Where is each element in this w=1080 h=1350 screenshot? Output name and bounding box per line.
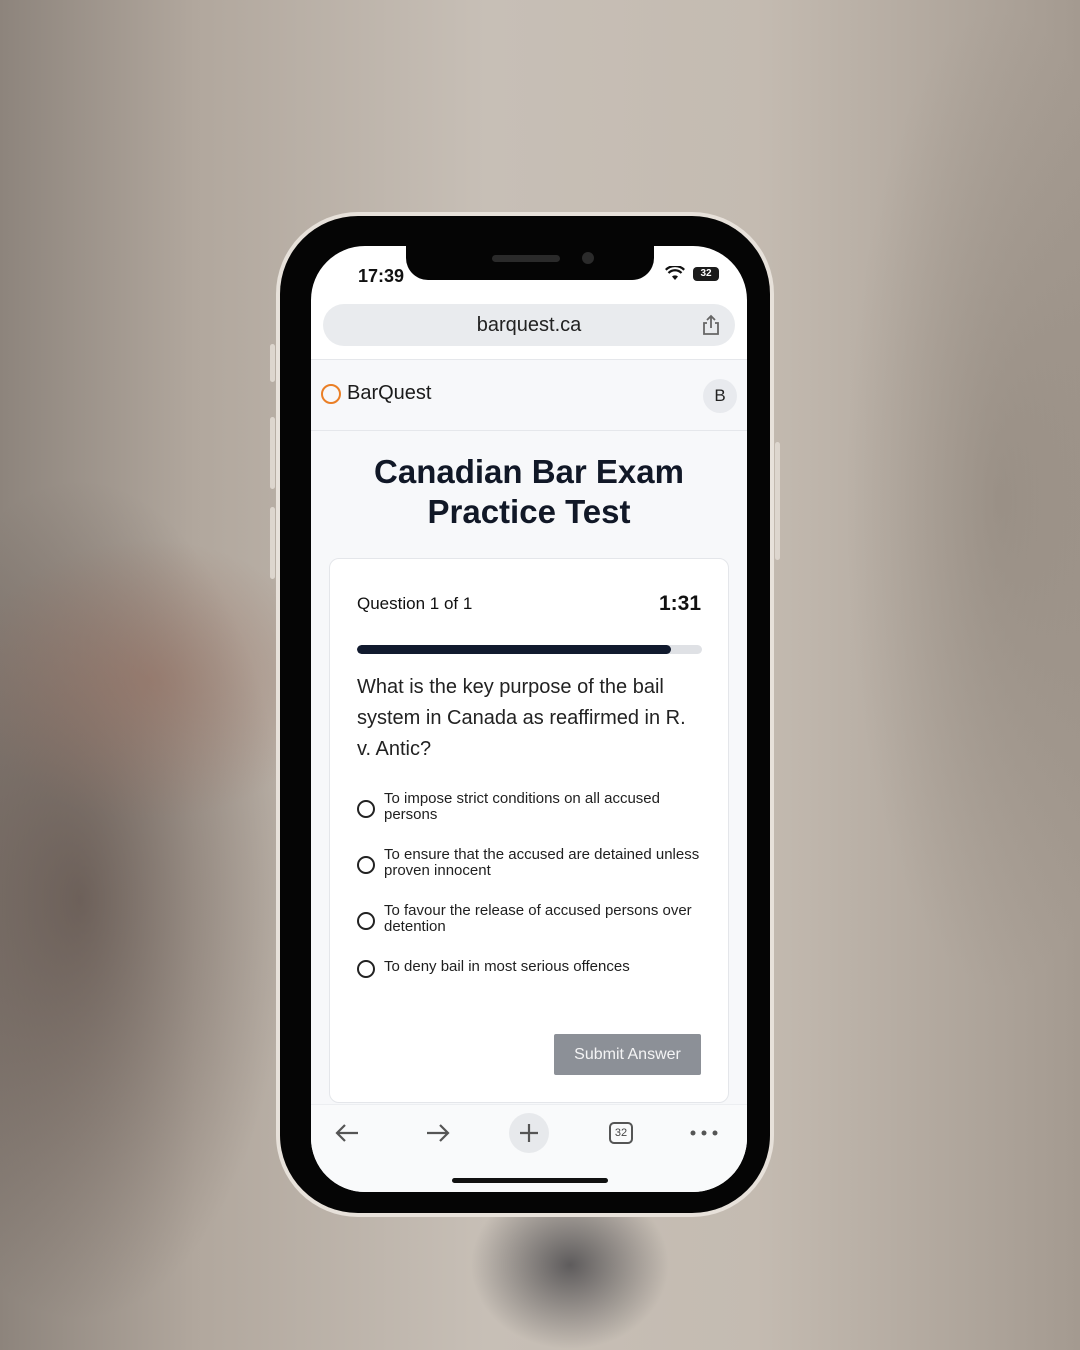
radio-button[interactable] bbox=[357, 960, 375, 978]
back-arrow-icon[interactable] bbox=[327, 1113, 367, 1153]
progress-fill bbox=[357, 645, 671, 654]
tab-count: 32 bbox=[609, 1122, 633, 1144]
answer-option[interactable]: To ensure that the accused are detained … bbox=[357, 847, 702, 880]
notch bbox=[406, 246, 654, 280]
power-button bbox=[775, 442, 780, 560]
forward-arrow-icon[interactable] bbox=[418, 1113, 458, 1153]
question-counter: Question 1 of 1 bbox=[357, 594, 473, 613]
volume-down-button bbox=[270, 507, 275, 579]
radio-button[interactable] bbox=[357, 856, 375, 874]
radio-button[interactable] bbox=[357, 912, 375, 930]
battery-icon: 32 bbox=[693, 266, 719, 281]
answer-option[interactable]: To favour the release of accused persons… bbox=[357, 903, 702, 936]
answer-label[interactable]: To favour the release of accused persons… bbox=[384, 903, 702, 935]
question-text: What is the key purpose of the bail syst… bbox=[357, 676, 686, 760]
answer-label[interactable]: To impose strict conditions on all accus… bbox=[384, 791, 702, 823]
status-icons: 32 bbox=[665, 266, 719, 281]
brand-name: BarQuest bbox=[347, 382, 432, 404]
share-icon[interactable] bbox=[701, 314, 721, 341]
plus-icon[interactable] bbox=[509, 1113, 549, 1153]
submit-answer-button[interactable]: Submit Answer bbox=[554, 1034, 701, 1075]
progress-bar bbox=[357, 645, 702, 654]
question-card: Question 1 of 1 1:31 What is the key pur… bbox=[329, 558, 729, 1103]
tabs-icon[interactable]: 32 bbox=[601, 1113, 641, 1153]
speaker bbox=[492, 255, 560, 262]
avatar[interactable]: B bbox=[703, 379, 737, 413]
answer-label[interactable]: To deny bail in most serious offences bbox=[384, 959, 630, 975]
countdown-timer: 1:31 bbox=[658, 592, 701, 615]
volume-up-button bbox=[270, 417, 275, 489]
radio-button[interactable] bbox=[357, 800, 375, 818]
more-icon[interactable] bbox=[684, 1113, 724, 1153]
answer-label[interactable]: To ensure that the accused are detained … bbox=[384, 847, 702, 879]
url-text[interactable]: barquest.ca bbox=[323, 314, 735, 337]
browser-toolbar: 32 bbox=[311, 1104, 747, 1192]
front-camera bbox=[582, 252, 594, 264]
web-page: BarQuest B Canadian Bar Exam Practice Te… bbox=[311, 359, 747, 1119]
address-bar[interactable]: barquest.ca bbox=[323, 304, 735, 346]
brand-logo[interactable]: BarQuest bbox=[321, 382, 431, 405]
home-indicator bbox=[452, 1178, 608, 1183]
mute-switch bbox=[270, 344, 275, 382]
wifi-icon bbox=[665, 266, 685, 280]
page-title: Canadian Bar Exam Practice Test bbox=[374, 453, 684, 530]
logo-ring-icon bbox=[321, 383, 341, 404]
answer-options: To impose strict conditions on all accus… bbox=[357, 791, 702, 1002]
phone-frame: 17:39 32 barquest.ca BarQuest B Canadian… bbox=[270, 212, 780, 1217]
site-header: BarQuest B bbox=[311, 359, 747, 431]
answer-option[interactable]: To impose strict conditions on all accus… bbox=[357, 791, 702, 824]
phone-screen: 17:39 32 barquest.ca BarQuest B Canadian… bbox=[311, 246, 747, 1192]
answer-option[interactable]: To deny bail in most serious offences bbox=[357, 959, 702, 979]
status-time: 17:39 bbox=[358, 266, 405, 286]
